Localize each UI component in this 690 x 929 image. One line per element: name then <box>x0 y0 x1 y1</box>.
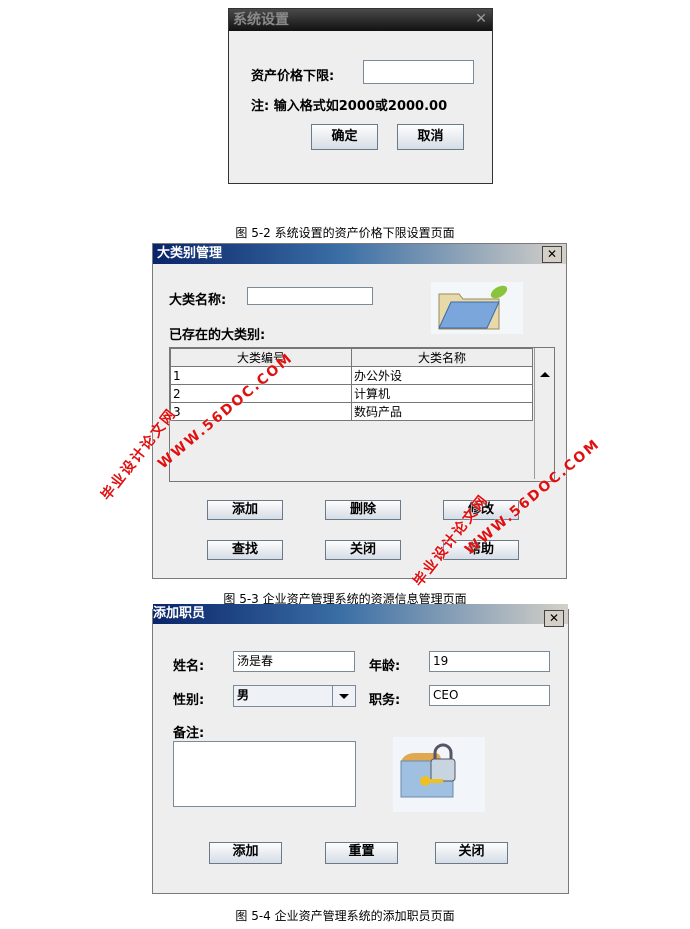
folder-icon <box>431 282 523 334</box>
scroll-up-icon[interactable] <box>540 372 550 377</box>
chevron-down-icon[interactable] <box>332 686 355 706</box>
close-button[interactable]: 关闭 <box>435 842 508 864</box>
gender-label: 性别: <box>173 693 205 708</box>
close-button[interactable]: 关闭 <box>325 540 401 560</box>
column-header[interactable]: 大类编号 <box>170 348 352 367</box>
cell: 计算机 <box>351 384 533 403</box>
add-staff-dialog: 添加职员 ✕ 姓名: 汤是春 年龄: 19 性别: 男 职务: CEO 备注: … <box>152 604 569 894</box>
name-label: 姓名: <box>173 659 205 674</box>
cell: 办公外设 <box>351 366 533 385</box>
category-name-input[interactable] <box>247 287 373 305</box>
age-input[interactable]: 19 <box>429 651 550 672</box>
add-button[interactable]: 添加 <box>207 500 283 520</box>
cell: 数码产品 <box>351 402 533 421</box>
name-input[interactable]: 汤是春 <box>233 651 355 672</box>
remark-label: 备注: <box>173 726 205 741</box>
table-header: 大类编号 大类名称 <box>170 348 533 367</box>
age-label: 年龄: <box>369 659 401 674</box>
gender-value: 男 <box>237 688 250 702</box>
lock-folder-icon <box>393 737 485 812</box>
close-icon[interactable]: ✕ <box>542 246 562 263</box>
scrollbar[interactable] <box>534 348 554 479</box>
remark-textarea[interactable] <box>173 741 356 807</box>
price-floor-label: 资产价格下限: <box>251 69 335 84</box>
close-icon[interactable]: ✕ <box>475 11 487 27</box>
figure-caption: 图 5-4 企业资产管理系统的添加职员页面 <box>235 909 455 923</box>
reset-button[interactable]: 重置 <box>325 842 398 864</box>
delete-button[interactable]: 删除 <box>325 500 401 520</box>
column-header[interactable]: 大类名称 <box>351 348 533 367</box>
ok-button[interactable]: 确定 <box>311 124 378 150</box>
search-button[interactable]: 查找 <box>207 540 283 560</box>
cell: 3 <box>170 402 352 421</box>
close-icon[interactable]: ✕ <box>544 610 564 627</box>
system-settings-dialog: 系统设置 ✕ 资产价格下限: 注: 输入格式如2000或2000.00 确定 取… <box>228 8 493 184</box>
category-name-label: 大类名称: <box>169 293 227 308</box>
price-floor-input[interactable] <box>363 60 474 84</box>
existing-categories-label: 已存在的大类别: <box>169 328 266 343</box>
figure-caption: 图 5-2 系统设置的资产价格下限设置页面 <box>235 226 455 240</box>
position-input[interactable]: CEO <box>429 685 550 706</box>
table-row[interactable]: 1 办公外设 <box>170 366 533 385</box>
format-note: 注: 输入格式如2000或2000.00 <box>251 99 448 114</box>
position-label: 职务: <box>369 693 401 708</box>
dialog-title: 大类别管理 <box>153 244 566 264</box>
dialog-title: 添加职员 <box>153 604 568 624</box>
gender-select[interactable]: 男 <box>233 685 356 707</box>
dialog-title: 系统设置 <box>229 9 492 31</box>
add-button[interactable]: 添加 <box>209 842 282 864</box>
cancel-button[interactable]: 取消 <box>397 124 464 150</box>
